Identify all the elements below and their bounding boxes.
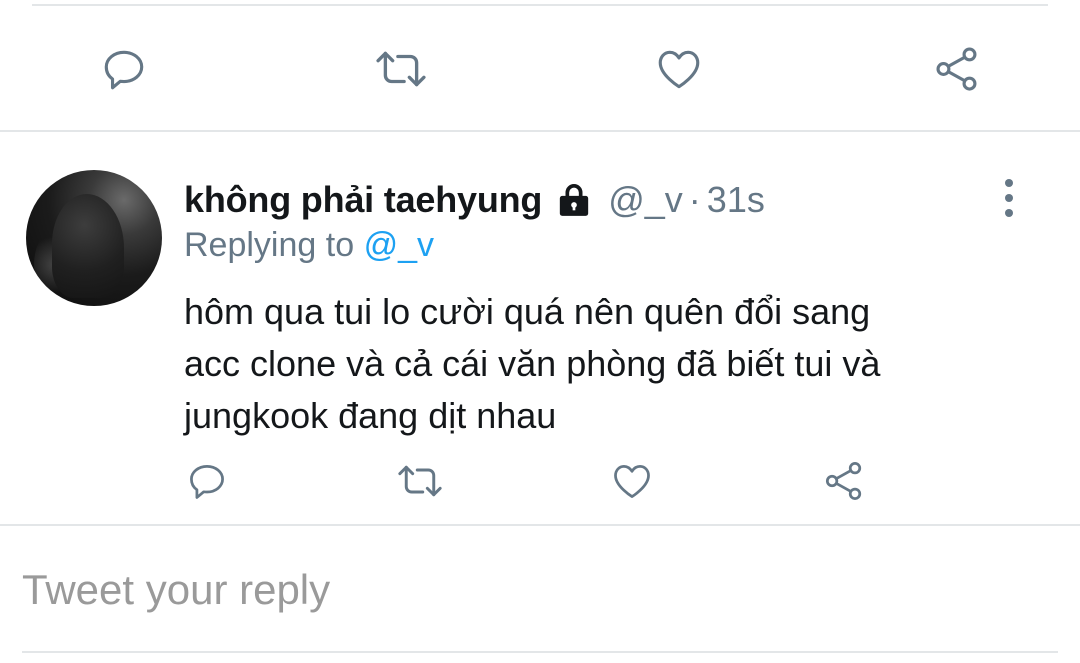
user-handle[interactable]: @_v <box>608 179 683 221</box>
timestamp[interactable]: 31s <box>707 179 765 221</box>
tweet-divider <box>0 524 1080 526</box>
retweet-button[interactable] <box>370 42 432 96</box>
reply-input-underline <box>22 651 1058 653</box>
reply-icon <box>190 464 224 499</box>
retweet-icon <box>398 465 442 497</box>
tweet-text-line: acc clone và cả cái văn phòng đã biết tu… <box>184 343 881 384</box>
avatar-silhouette <box>52 194 124 298</box>
action-divider <box>0 130 1080 132</box>
tweet-text: hôm qua tui lo cười quá nên quên đổi san… <box>184 286 1004 442</box>
more-icon-dot <box>1005 209 1013 217</box>
reply-button[interactable] <box>184 458 230 504</box>
tweet-text-line: jungkook đang dịt nhau <box>184 395 557 436</box>
replying-handle-link[interactable]: @_v <box>364 226 434 264</box>
top-divider <box>32 4 1048 6</box>
lock-icon <box>554 180 594 220</box>
retweet-button[interactable] <box>394 458 446 504</box>
display-name[interactable]: không phải taehyung <box>184 179 542 221</box>
like-icon <box>614 464 650 498</box>
replying-to: Replying to @_v <box>184 226 434 265</box>
like-icon <box>658 50 700 89</box>
like-button[interactable] <box>650 42 708 96</box>
share-button[interactable] <box>928 42 986 96</box>
reply-button[interactable] <box>96 42 152 96</box>
share-icon <box>825 462 862 500</box>
avatar[interactable] <box>26 170 162 306</box>
tweet-text-line: hôm qua tui lo cười quá nên quên đổi san… <box>184 291 871 332</box>
separator-dot: · <box>688 179 701 220</box>
like-button[interactable] <box>608 458 656 504</box>
replying-prefix: Replying to <box>184 226 355 264</box>
retweet-icon <box>376 51 426 87</box>
more-options-button[interactable] <box>994 178 1024 218</box>
more-icon-dot <box>1005 194 1013 202</box>
more-icon-dot <box>1005 179 1013 187</box>
reply-icon <box>104 50 144 90</box>
tweet-header: không phải taehyung @_v · 31s <box>184 176 765 224</box>
reply-input[interactable]: Tweet your reply <box>22 560 1062 620</box>
share-icon <box>936 47 977 91</box>
share-button[interactable] <box>820 458 868 504</box>
